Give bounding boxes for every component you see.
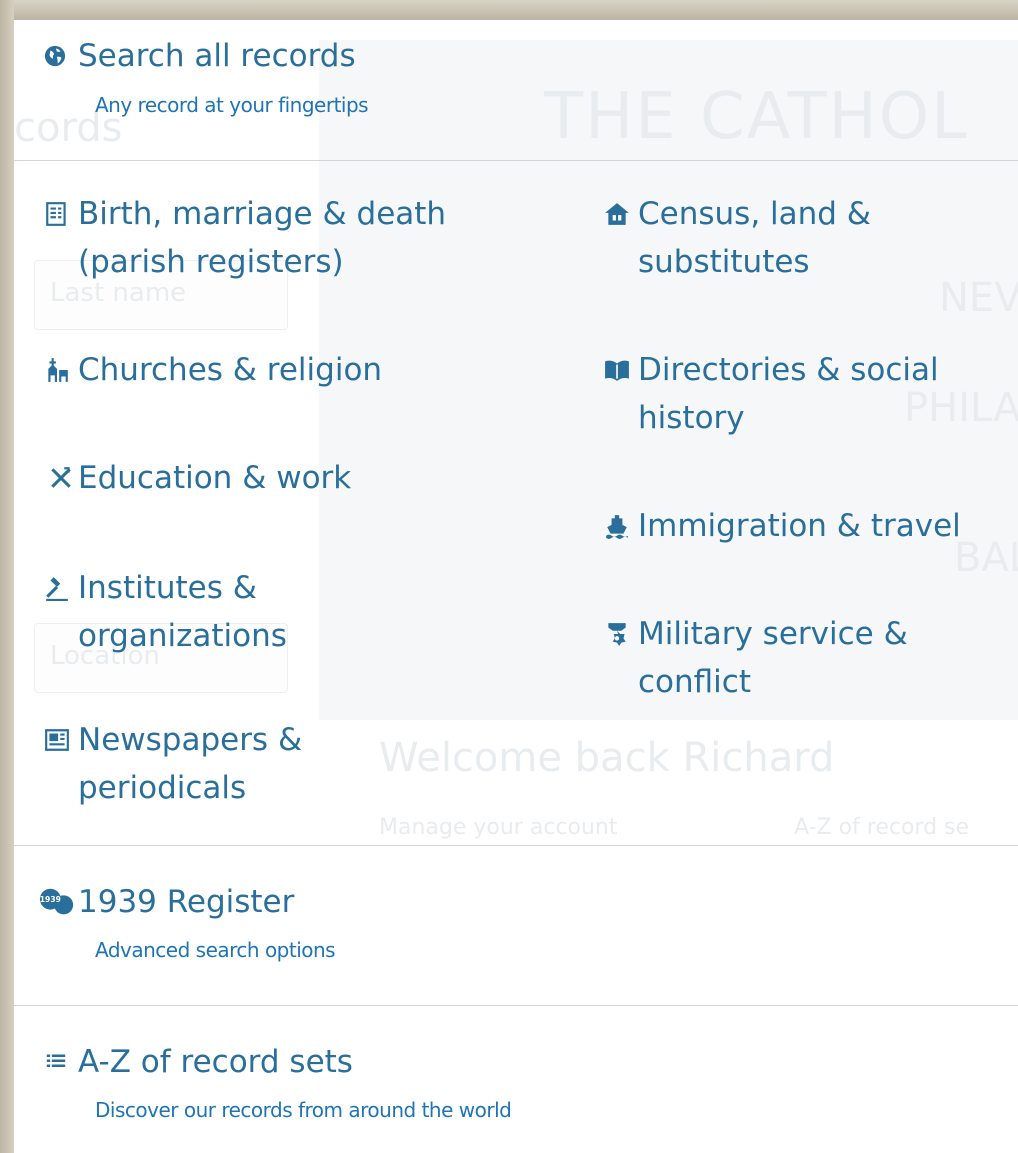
list-icon — [44, 1038, 78, 1086]
house-icon — [604, 190, 638, 238]
register-1939-sub[interactable]: Advanced search options — [95, 938, 336, 962]
az-record-sets-sub[interactable]: Discover our records from around the wor… — [95, 1098, 512, 1122]
az-record-sets-label: A-Z of record sets — [78, 1044, 353, 1080]
medal-icon — [604, 610, 638, 658]
globe-icon — [44, 32, 78, 80]
window-frame-top — [0, 0, 1018, 20]
search-all-records-label: Search all records — [78, 38, 356, 74]
background-welcome: Welcome back Richard — [379, 735, 835, 781]
category-education-work-label: Education & work — [78, 460, 352, 496]
book-icon — [604, 346, 638, 394]
category-churches-religion-label: Churches & religion — [78, 352, 383, 388]
badge-1939-icon: 1939 — [38, 878, 78, 926]
gavel-icon — [44, 564, 78, 612]
divider — [14, 160, 1018, 161]
register-1939-label: 1939 Register — [78, 884, 295, 920]
category-birth-marriage-death-label: Birth, marriage & death (parish register… — [78, 196, 447, 280]
divider — [14, 1005, 1018, 1006]
register-icon — [44, 190, 78, 238]
category-education-work[interactable]: Education & work — [26, 454, 351, 502]
register-1939-link[interactable]: 1939 1939 Register — [38, 878, 295, 926]
search-all-records-sub[interactable]: Any record at your fingertips — [95, 93, 369, 117]
category-immigration-travel-label: Immigration & travel — [638, 508, 961, 544]
background-manage-link: Manage your account — [379, 815, 618, 840]
category-churches-religion[interactable]: Churches & religion — [44, 346, 382, 394]
records-dropdown-panel: THE CATHOL cords Last name Location NEV … — [14, 20, 1018, 1153]
category-institutes-organizations-label: Institutes & organizations — [78, 570, 287, 654]
church-icon — [44, 346, 78, 394]
category-institutes-organizations[interactable]: Institutes & organizations — [44, 564, 287, 660]
az-record-sets-link[interactable]: A-Z of record sets — [44, 1038, 353, 1086]
category-birth-marriage-death[interactable]: Birth, marriage & death (parish register… — [44, 190, 446, 286]
background-az-link: A-Z of record se — [794, 815, 970, 840]
category-directories-social-history[interactable]: Directories & social history — [604, 346, 939, 442]
newspaper-icon — [44, 716, 78, 764]
category-newspapers-periodicals[interactable]: Newspapers & periodicals — [44, 716, 302, 812]
search-all-records-link[interactable]: Search all records — [44, 32, 356, 80]
divider — [14, 845, 1018, 846]
badge-1939-text: 1939 — [40, 895, 61, 904]
category-newspapers-periodicals-label: Newspapers & periodicals — [78, 722, 303, 806]
ship-icon — [604, 502, 638, 550]
category-directories-social-history-label: Directories & social history — [638, 352, 939, 436]
tools-icon — [26, 454, 78, 502]
category-military-service-label: Military service & conflict — [638, 616, 908, 700]
category-immigration-travel[interactable]: Immigration & travel — [604, 502, 961, 550]
category-military-service[interactable]: Military service & conflict — [604, 610, 908, 706]
category-census-land-label: Census, land & substitutes — [638, 196, 871, 280]
category-census-land[interactable]: Census, land & substitutes — [604, 190, 871, 286]
window-frame-left — [0, 0, 14, 1153]
